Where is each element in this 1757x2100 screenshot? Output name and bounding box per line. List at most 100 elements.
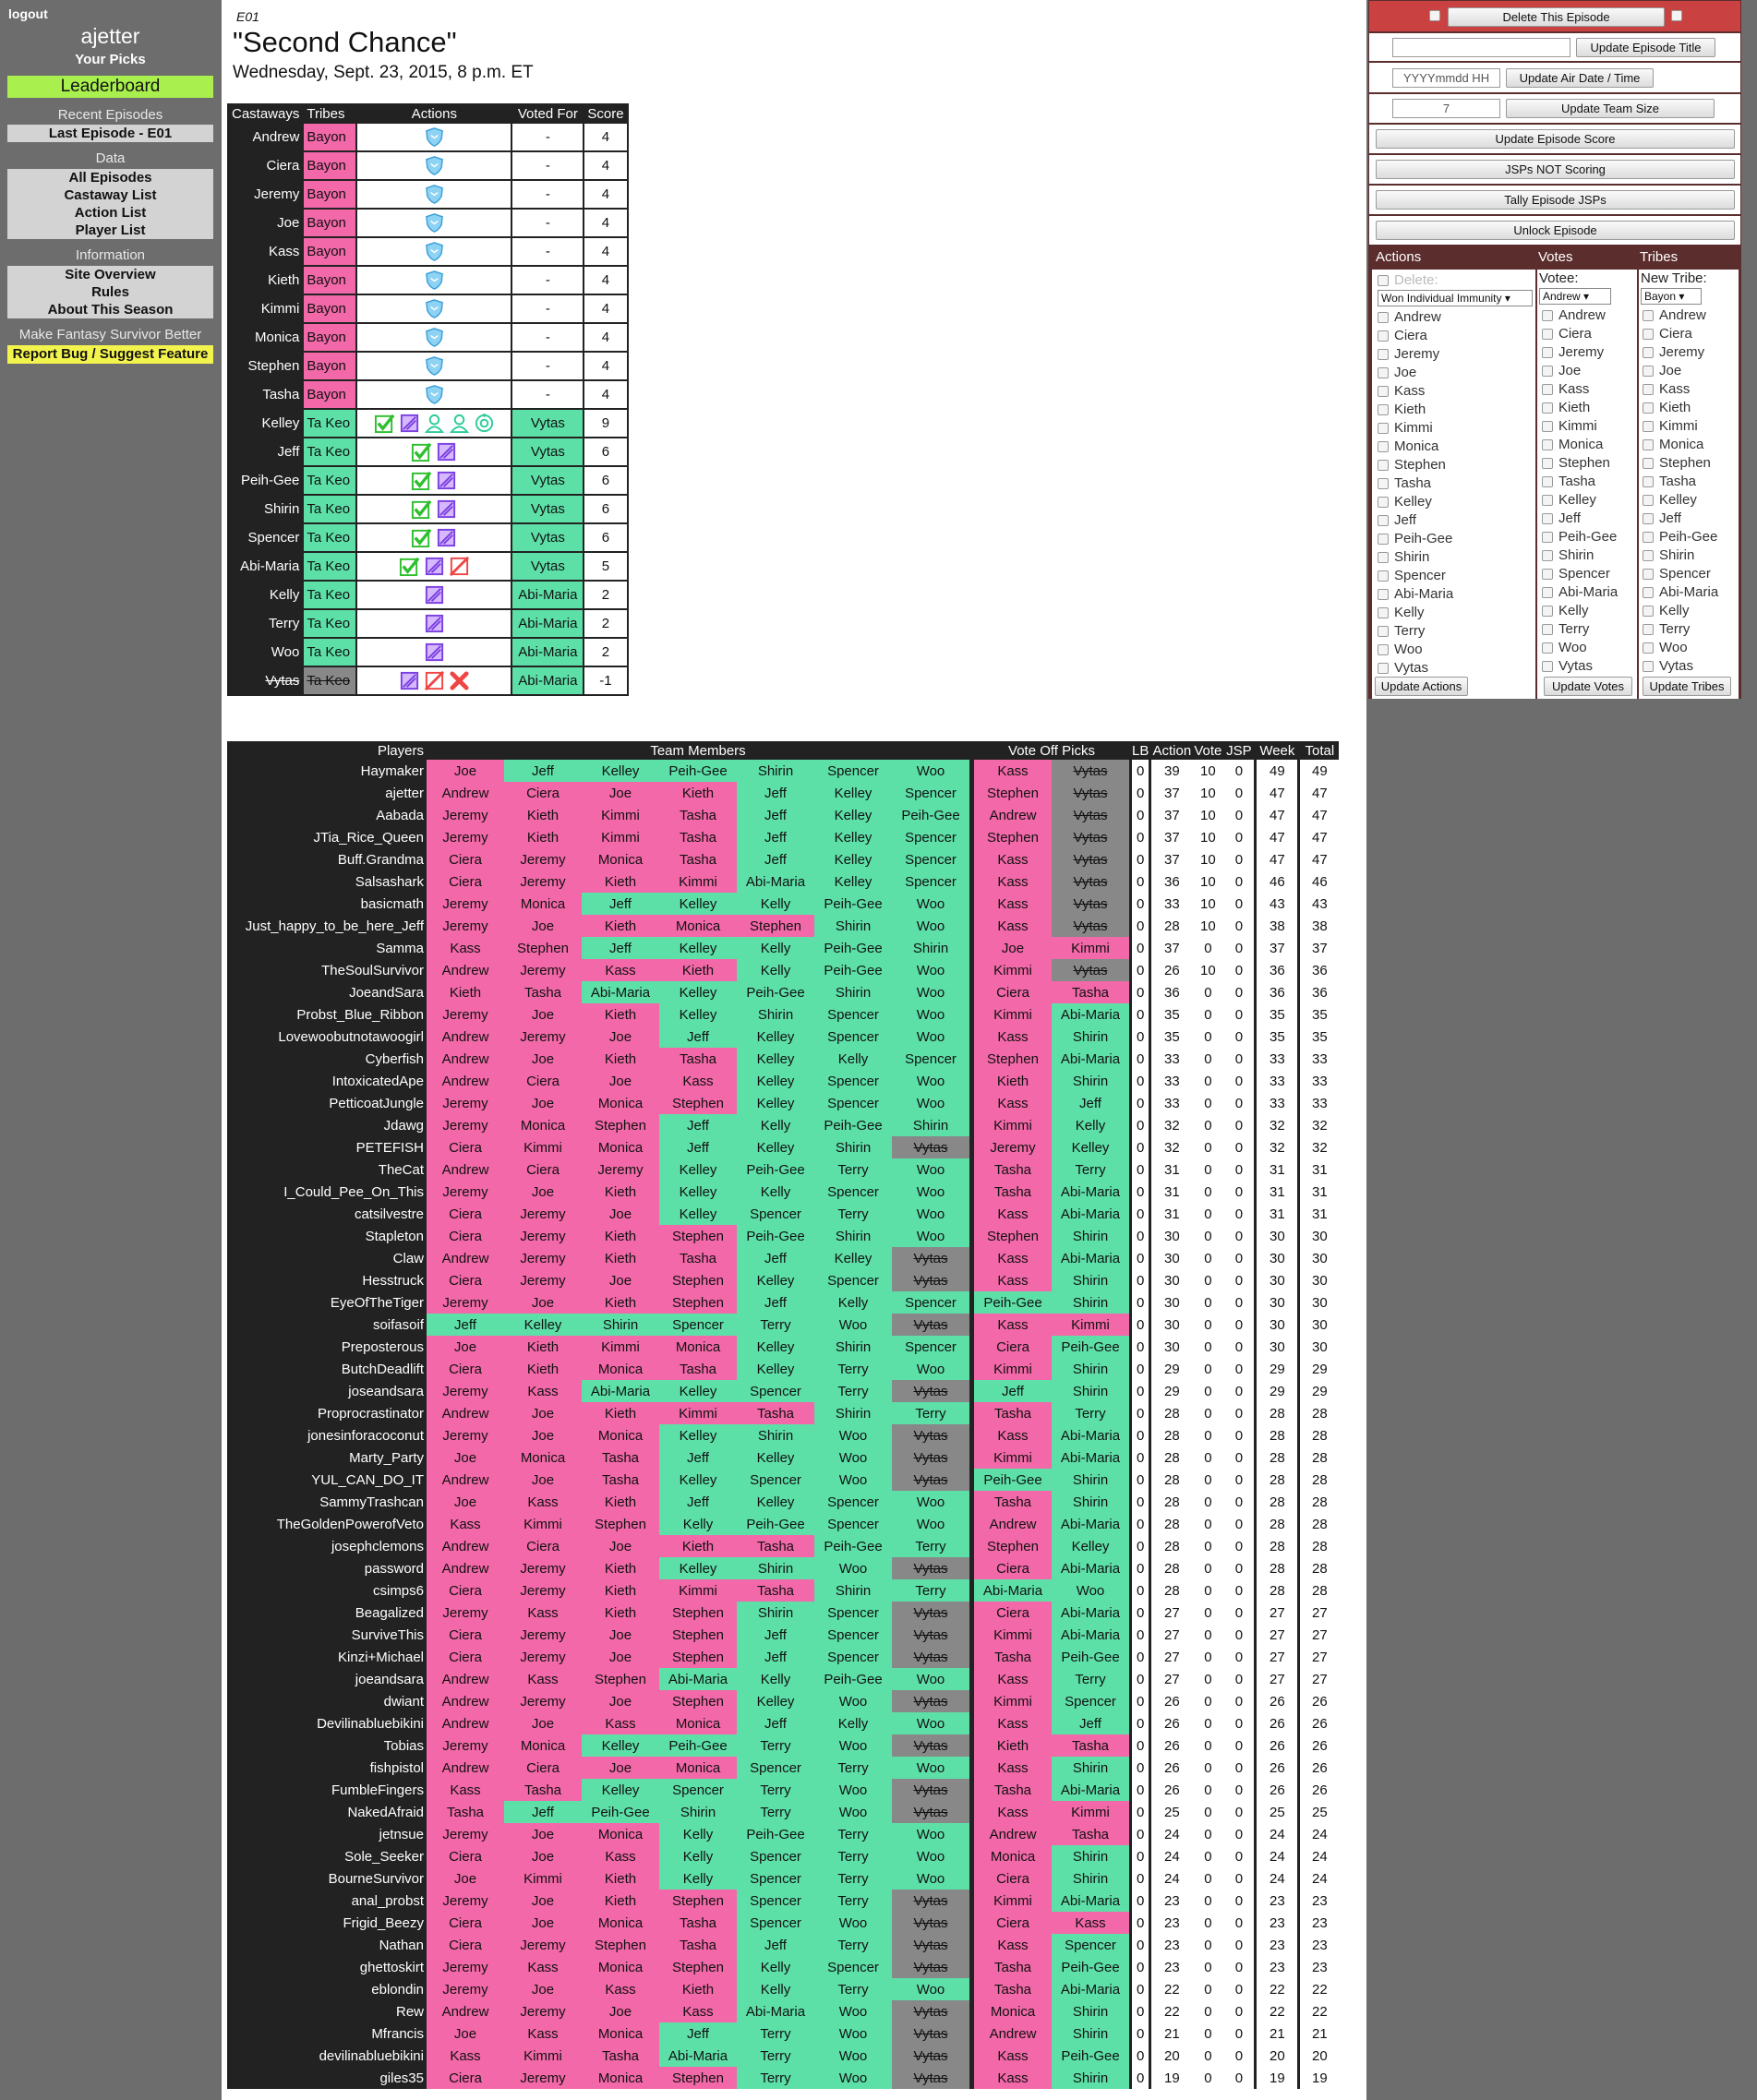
player-name[interactable]: Hesstruck (227, 1269, 427, 1291)
player-name[interactable]: csimps6 (227, 1579, 427, 1602)
castaway-name[interactable]: Kelley (226, 408, 305, 438)
player-name[interactable]: anal_probst (227, 1890, 427, 1912)
player-name[interactable]: Stapleton (227, 1225, 427, 1247)
voter-checkbox[interactable] (1542, 402, 1553, 414)
tribe-castaway-checkbox[interactable] (1643, 587, 1654, 599)
voter-checkbox[interactable] (1542, 532, 1553, 544)
voter-checkbox[interactable] (1542, 569, 1553, 581)
player-name[interactable]: Samma (227, 937, 427, 959)
player-name[interactable]: TheSoulSurvivor (227, 959, 427, 981)
update-airdate-button[interactable]: Update Air Date / Time (1506, 68, 1654, 88)
player-name[interactable]: TheGoldenPowerofVeto (227, 1513, 427, 1535)
action-castaway-checkbox[interactable] (1378, 552, 1389, 564)
player-name[interactable]: Probst_Blue_Ribbon (227, 1003, 427, 1026)
player-name[interactable]: fishpistol (227, 1757, 427, 1779)
rules-link[interactable]: Rules (7, 283, 213, 301)
player-name[interactable]: Mfrancis (227, 2022, 427, 2045)
castaway-name[interactable]: Jeff (226, 437, 305, 467)
action-castaway-checkbox[interactable] (1378, 534, 1389, 546)
player-name[interactable]: TheCat (227, 1158, 427, 1181)
unlock-episode-button[interactable]: Unlock Episode (1376, 221, 1735, 240)
update-title-button[interactable]: Update Episode Title (1576, 38, 1715, 57)
team-size-input[interactable]: 7 (1392, 99, 1500, 118)
player-name[interactable]: Devilinabluebikini (227, 1712, 427, 1734)
player-name[interactable]: Cyberfish (227, 1048, 427, 1070)
update-team-size-button[interactable]: Update Team Size (1506, 99, 1715, 118)
player-name[interactable]: SammyTrashcan (227, 1491, 427, 1513)
player-name[interactable]: Lovewoobutnotawoogirl (227, 1026, 427, 1048)
tribe-castaway-checkbox[interactable] (1643, 402, 1654, 414)
player-name[interactable]: ajetter (227, 782, 427, 804)
tribe-castaway-checkbox[interactable] (1643, 458, 1654, 470)
delete-action-checkbox[interactable] (1378, 275, 1389, 287)
castaway-name[interactable]: Stephen (226, 351, 305, 381)
player-name[interactable]: giles35 (227, 2067, 427, 2089)
voter-checkbox[interactable] (1542, 329, 1553, 341)
action-castaway-checkbox[interactable] (1378, 460, 1389, 472)
castaway-name[interactable]: Kelly (226, 580, 305, 610)
tribe-castaway-checkbox[interactable] (1643, 550, 1654, 562)
report-bug-button[interactable]: Report Bug / Suggest Feature (7, 345, 213, 364)
voter-checkbox[interactable] (1542, 587, 1553, 599)
player-name[interactable]: eblondin (227, 1978, 427, 2000)
tribe-castaway-checkbox[interactable] (1643, 310, 1654, 322)
all-episodes-link[interactable]: All Episodes (7, 169, 213, 186)
player-list-link[interactable]: Player List (7, 222, 213, 239)
player-name[interactable]: Salsashark (227, 870, 427, 893)
voter-checkbox[interactable] (1542, 366, 1553, 378)
tribe-castaway-checkbox[interactable] (1643, 569, 1654, 581)
voter-checkbox[interactable] (1542, 624, 1553, 636)
action-castaway-checkbox[interactable] (1378, 497, 1389, 509)
player-name[interactable]: NakedAfraid (227, 1801, 427, 1823)
player-name[interactable]: Preposterous (227, 1336, 427, 1358)
player-name[interactable]: Aabada (227, 804, 427, 826)
player-name[interactable]: SurviveThis (227, 1624, 427, 1646)
player-name[interactable]: basicmath (227, 893, 427, 915)
voter-checkbox[interactable] (1542, 495, 1553, 507)
player-name[interactable]: Rew (227, 2000, 427, 2022)
player-name[interactable]: ButchDeadlift (227, 1358, 427, 1380)
tally-jsps-button[interactable]: Tally Episode JSPs (1376, 190, 1735, 210)
update-votes-button[interactable]: Update Votes (1544, 677, 1632, 696)
player-name[interactable]: YUL_CAN_DO_IT (227, 1469, 427, 1491)
castaway-name[interactable]: Joe (226, 208, 305, 238)
tribe-castaway-checkbox[interactable] (1643, 329, 1654, 341)
castaway-name[interactable]: Kieth (226, 265, 305, 295)
tribe-castaway-checkbox[interactable] (1643, 421, 1654, 433)
tribe-select[interactable]: Bayon ▾ (1641, 288, 1702, 305)
update-tribes-button[interactable]: Update Tribes (1643, 677, 1731, 696)
your-picks-link[interactable]: Your Picks (0, 52, 221, 67)
player-name[interactable]: josephclemons (227, 1535, 427, 1557)
player-name[interactable]: Sole_Seeker (227, 1845, 427, 1867)
castaway-name[interactable]: Tasha (226, 379, 305, 410)
player-name[interactable]: jonesinforacoconut (227, 1424, 427, 1446)
action-castaway-checkbox[interactable] (1378, 607, 1389, 619)
player-name[interactable]: Haymaker (227, 760, 427, 782)
delete-episode-button[interactable]: Delete This Episode (1448, 7, 1665, 27)
voter-checkbox[interactable] (1542, 421, 1553, 433)
action-list-link[interactable]: Action List (7, 204, 213, 222)
action-castaway-checkbox[interactable] (1378, 589, 1389, 601)
player-name[interactable]: password (227, 1557, 427, 1579)
tribe-castaway-checkbox[interactable] (1643, 476, 1654, 488)
castaway-list-link[interactable]: Castaway List (7, 186, 213, 204)
tribe-castaway-checkbox[interactable] (1643, 439, 1654, 451)
player-name[interactable]: JoeandSara (227, 981, 427, 1003)
player-name[interactable]: FumbleFingers (227, 1779, 427, 1801)
player-name[interactable]: jetnsue (227, 1823, 427, 1845)
player-name[interactable]: Beagalized (227, 1602, 427, 1624)
site-overview-link[interactable]: Site Overview (7, 266, 213, 283)
delete-confirm-checkbox-right[interactable] (1671, 10, 1682, 21)
action-castaway-checkbox[interactable] (1378, 644, 1389, 656)
player-name[interactable]: Just_happy_to_be_here_Jeff (227, 915, 427, 937)
voter-checkbox[interactable] (1542, 550, 1553, 562)
player-name[interactable]: Tobias (227, 1734, 427, 1757)
tribe-castaway-checkbox[interactable] (1643, 495, 1654, 507)
action-castaway-checkbox[interactable] (1378, 367, 1389, 379)
player-name[interactable]: joeandsara (227, 1668, 427, 1690)
action-castaway-checkbox[interactable] (1378, 386, 1389, 398)
castaway-name[interactable]: Shirin (226, 494, 305, 524)
tribe-castaway-checkbox[interactable] (1643, 384, 1654, 396)
action-castaway-checkbox[interactable] (1378, 663, 1389, 675)
player-name[interactable]: Claw (227, 1247, 427, 1269)
